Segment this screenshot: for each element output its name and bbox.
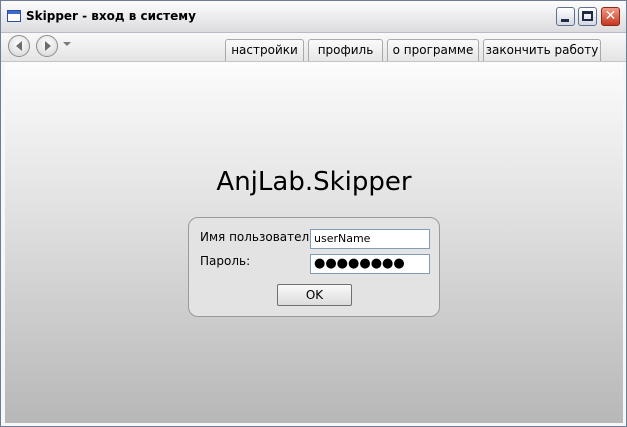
login-panel: Имя пользователя: userName Пароль: ●●●●●… xyxy=(188,217,440,317)
chevron-down-icon[interactable] xyxy=(63,42,71,47)
close-icon: ✕ xyxy=(604,8,617,24)
app-title: AnjLab.Skipper xyxy=(216,167,412,197)
username-input[interactable]: userName xyxy=(310,229,430,249)
minimize-button[interactable] xyxy=(556,7,575,26)
maximize-icon xyxy=(582,11,593,21)
tab-about[interactable]: о программе xyxy=(387,39,479,61)
forward-button[interactable] xyxy=(36,35,58,57)
ok-button[interactable]: OK xyxy=(277,284,352,306)
main-content: AnjLab.Skipper Имя пользователя: userNam… xyxy=(5,62,623,423)
password-input[interactable]: ●●●●●●●● xyxy=(310,254,430,274)
close-button[interactable]: ✕ xyxy=(601,7,620,26)
minimize-icon xyxy=(561,19,569,22)
tab-settings[interactable]: настройки xyxy=(225,39,304,61)
tab-profile[interactable]: профиль xyxy=(308,39,383,61)
back-button[interactable] xyxy=(8,35,30,57)
arrow-left-icon xyxy=(16,41,22,51)
tab-logout[interactable]: закончить работу xyxy=(483,39,601,61)
app-window: Skipper - вход в систему ✕ настройки про… xyxy=(0,0,627,427)
title-bar[interactable]: Skipper - вход в систему ✕ xyxy=(1,1,626,33)
arrow-right-icon xyxy=(45,41,51,51)
window-title: Skipper - вход в систему xyxy=(26,9,196,23)
navigation-toolbar: настройки профиль о программе закончить … xyxy=(1,33,626,62)
username-label: Имя пользователя: xyxy=(200,230,321,244)
password-label: Пароль: xyxy=(200,254,251,268)
maximize-button[interactable] xyxy=(578,7,597,26)
window-app-icon xyxy=(7,10,21,22)
